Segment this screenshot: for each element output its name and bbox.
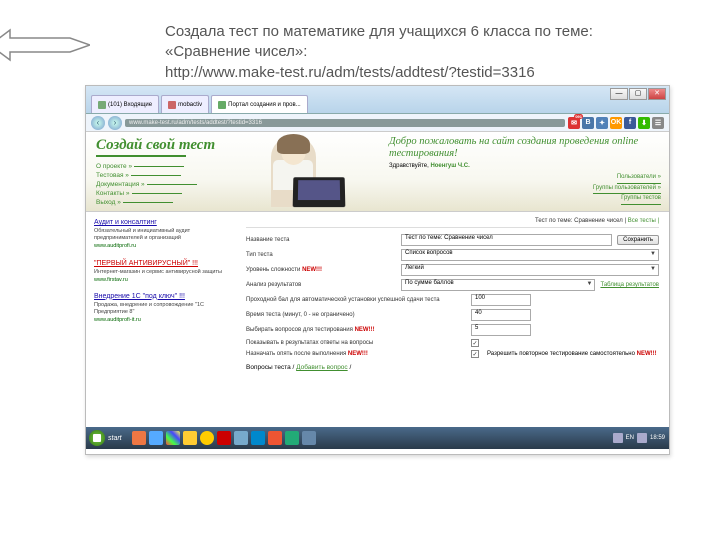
input-passscore[interactable]: 100 (471, 294, 531, 306)
system-tray: EN 18:59 (613, 433, 665, 443)
add-question-link[interactable]: Добавить вопрос (296, 364, 348, 371)
input-timelimit[interactable]: 40 (471, 309, 531, 321)
page-content: Аудит и консалтинг Обязательный и инициа… (86, 212, 669, 427)
all-tests-link[interactable]: Все тесты | (628, 218, 659, 224)
welcome-title: Добро пожаловать на сайт создания провед… (389, 136, 661, 160)
label-reassign: Назначать опять после выполнения NEW!!! (246, 351, 466, 357)
caption-url: http://www.make-test.ru/adm/tests/addtes… (165, 64, 535, 81)
greeting: Здравствуйте, Ноенгуш Ч.С. (389, 163, 661, 169)
select-difficulty[interactable]: Легкий (401, 264, 659, 276)
welcome-block: Добро пожаловать на сайт создания провед… (381, 132, 669, 211)
slide-caption: Создала тест по математике для учащихся … (165, 22, 625, 83)
favicon (168, 101, 176, 109)
save-button[interactable]: Сохранить (617, 235, 659, 245)
powerpoint-icon[interactable] (268, 431, 282, 445)
ad-block-3[interactable]: Внедрение 1С "под ключ" !!! Продажа, вне… (94, 292, 228, 325)
browser-tab-2[interactable]: mobactiv (161, 95, 209, 113)
input-qcount[interactable]: 5 (471, 324, 531, 336)
maximize-button[interactable]: ▢ (629, 88, 647, 100)
form-area: Тест по теме: Сравнение чисел | Все тест… (236, 212, 669, 427)
label-testname: Название теста (246, 237, 396, 243)
back-button[interactable]: ‹ (91, 116, 105, 130)
slide-decoration-arrow (0, 25, 90, 70)
start-button[interactable] (89, 430, 105, 446)
browser-screenshot: (101) Входящие mobactiv Портал создания … (85, 85, 670, 455)
label-analysis: Анализ результатов (246, 282, 396, 288)
taskbar-app-icon[interactable] (183, 431, 197, 445)
select-analysis[interactable]: По сумме баллов (401, 279, 595, 291)
taskbar-app-icon[interactable] (217, 431, 231, 445)
main-nav: О проекте » Тестовая » Документация » Ко… (96, 163, 251, 206)
input-testname[interactable]: Тест по теме: Сравнение чисел (401, 234, 612, 246)
label-testtype: Тип теста (246, 252, 396, 258)
chrome-icon[interactable] (166, 431, 180, 445)
select-testtype[interactable]: Список вопросов (401, 249, 659, 261)
ad-block-2[interactable]: "ПЕРВЫЙ АНТИВИРУСНЫЙ" !!! Интернет-магаз… (94, 259, 228, 284)
site-header: Создай свой тест О проекте » Тестовая » … (86, 132, 669, 212)
start-label: start (108, 435, 122, 442)
ads-sidebar: Аудит и консалтинг Обязательный и инициа… (86, 212, 236, 427)
label-qcount: Выбирать вопросов для тестирования NEW!!… (246, 327, 466, 333)
label-difficulty: Уровень сложности NEW!!! (246, 267, 396, 273)
browser-tab-1[interactable]: (101) Входящие (91, 95, 159, 113)
logo-and-nav: Создай свой тест О проекте » Тестовая » … (86, 132, 251, 211)
tray-icon[interactable] (637, 433, 647, 443)
window-controls: — ▢ ✕ (610, 88, 666, 100)
clock[interactable]: 18:59 (650, 435, 665, 441)
address-bar[interactable]: www.make-test.ru/adm/tests/addtest/?test… (125, 119, 565, 127)
label-allow-retake: Разрешить повторное тестирование самосто… (487, 351, 657, 357)
minimize-button[interactable]: — (610, 88, 628, 100)
extension-icons: ✉091 В ✦ OK f ⬇ ☰ (568, 117, 664, 129)
nav-exit[interactable]: Выход » (96, 199, 251, 206)
breadcrumb: Тест по теме: Сравнение чисел | Все тест… (246, 218, 659, 224)
nav-docs[interactable]: Документация » (96, 181, 251, 188)
close-button[interactable]: ✕ (648, 88, 666, 100)
ok-icon[interactable]: OK (610, 117, 622, 129)
label-timelimit: Время теста (минут, 0 - не ограничено) (246, 312, 466, 318)
windows-taskbar: start EN 18:59 (86, 427, 669, 449)
link-users[interactable]: Пользователи » (617, 173, 661, 184)
label-passscore: Проходной бал для автоматической установ… (246, 297, 466, 303)
checkbox-showanswers[interactable]: ✓ (471, 339, 479, 347)
browser-tab-bar: (101) Входящие mobactiv Портал создания … (86, 86, 669, 114)
link-groups-tests[interactable]: Группы тестов (621, 194, 661, 205)
taskbar-apps (132, 431, 316, 445)
vk-icon[interactable]: В (582, 117, 594, 129)
caption-line1: Создала тест по математике для учащихся … (165, 23, 593, 60)
ad-block-1[interactable]: Аудит и консалтинг Обязательный и инициа… (94, 218, 228, 251)
favicon (218, 101, 226, 109)
hero-photo (251, 132, 381, 208)
label-showanswers: Показывать в результатах ответы на вопро… (246, 340, 466, 346)
link-groups-users[interactable]: Группы пользователей » (593, 184, 661, 195)
nav-about[interactable]: О проекте » (96, 163, 251, 170)
results-table-link[interactable]: Таблица результатов (600, 282, 659, 288)
menu-icon[interactable]: ☰ (652, 117, 664, 129)
taskbar-app-icon[interactable] (285, 431, 299, 445)
social-icon[interactable]: ✦ (596, 117, 608, 129)
address-bar-row: ‹ › www.make-test.ru/adm/tests/addtest/?… (86, 114, 669, 132)
add-question-row: Вопросы теста / Добавить вопрос / (246, 364, 659, 371)
facebook-icon[interactable]: f (624, 117, 636, 129)
language-indicator[interactable]: EN (626, 435, 634, 441)
side-links: Пользователи » Группы пользователей » Гр… (389, 173, 661, 205)
separator (246, 227, 659, 228)
forward-button[interactable]: › (108, 116, 122, 130)
ext-icon[interactable]: ⬇ (638, 117, 650, 129)
tray-icon[interactable] (613, 433, 623, 443)
favicon (98, 101, 106, 109)
notifications-icon[interactable]: ✉091 (568, 117, 580, 129)
taskbar-app-icon[interactable] (149, 431, 163, 445)
checkbox-reassign[interactable]: ✓ (471, 350, 479, 358)
browser-tab-active[interactable]: Портал создания и пров... (211, 95, 308, 113)
nav-contacts[interactable]: Контакты » (96, 190, 251, 197)
taskbar-app-icon[interactable] (234, 431, 248, 445)
site-logo[interactable]: Создай свой тест (96, 137, 251, 154)
taskbar-app-icon[interactable] (302, 431, 316, 445)
taskbar-app-icon[interactable] (251, 431, 265, 445)
yandex-icon[interactable] (200, 431, 214, 445)
taskbar-app-icon[interactable] (132, 431, 146, 445)
logo-underline (96, 155, 186, 157)
nav-test[interactable]: Тестовая » (96, 172, 251, 179)
